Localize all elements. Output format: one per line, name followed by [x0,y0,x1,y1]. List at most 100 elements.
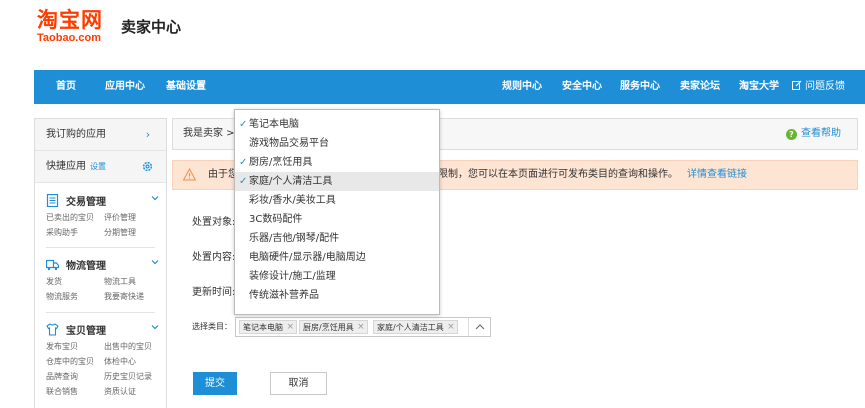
dropdown-option-label: 家庭/个人清洁工具 [249,176,333,187]
dropdown-option[interactable]: 传统滋补营养品 [235,286,439,305]
dropdown-option-label: 笔记本电脑 [249,119,299,130]
dropdown-option-label: 游戏物品交易平台 [249,138,329,149]
dropdown-option[interactable]: 3C数码配件 [235,210,439,229]
section-header-logistics[interactable]: 物流管理 [46,255,161,273]
chevron-right-icon: › [145,128,151,141]
section-header-trade[interactable]: 交易管理 [46,191,161,209]
link-installment[interactable]: 分期管理 [104,227,136,238]
link-logistics-tools[interactable]: 物流工具 [104,276,136,287]
dropdown-option[interactable]: 装修设计/施工/监理 [235,267,439,286]
section-title-trade: 交易管理 [66,197,106,208]
link-qualification[interactable]: 资质认证 [104,386,136,397]
notice-text-b: 限制，您可以在本页面进行可发布类目的查询和操作。 [438,169,678,180]
dropdown-option[interactable]: 彩妆/香水/美妆工具 [235,191,439,210]
chevron-down-icon [151,196,159,201]
section-title-logistics: 物流管理 [66,261,106,272]
quick-apps-label: 快捷应用 [46,161,86,172]
nav-basic-settings[interactable]: 基础设置 [166,70,206,104]
link-items-in-warehouse[interactable]: 仓库中的宝贝 [46,356,94,367]
nav-taobao-university[interactable]: 淘宝大学 [739,70,779,104]
nav-home[interactable]: 首页 [56,70,76,104]
field-target-label: 处置对象: [192,217,236,228]
close-icon[interactable]: × [447,321,455,334]
sidebar-quick-apps: 快捷应用 设置 [35,151,166,183]
link-publish-item[interactable]: 发布宝贝 [46,341,78,352]
nav-service-center[interactable]: 服务中心 [620,70,660,104]
collapse-toggle[interactable] [468,318,490,336]
nav-rules-center[interactable]: 规则中心 [502,70,542,104]
help-label: 查看帮助 [801,128,841,139]
check-icon: ✓ [239,176,248,187]
breadcrumb: 我是卖家 > [183,128,235,139]
link-logistics-service[interactable]: 物流服务 [46,291,78,302]
field-content-label: 处置内容: [192,252,236,263]
help-link[interactable]: ? 查看帮助 [786,119,841,149]
top-nav: 首页 应用中心 基础设置 规则中心 安全中心 服务中心 卖家论坛 淘宝大学 问题… [34,70,865,104]
close-icon[interactable]: × [286,321,294,334]
close-icon[interactable]: × [357,321,365,334]
dropdown-option[interactable]: 游戏物品交易平台 [235,134,439,153]
dropdown-option[interactable]: ✓ 家庭/个人清洁工具 [235,172,439,191]
logo-en-text: Taobao.com [37,32,101,44]
sidebar-my-apps[interactable]: 我订购的应用 › [35,119,166,151]
link-purchase-assistant[interactable]: 采购助手 [46,227,78,238]
link-items-on-sale[interactable]: 出售中的宝贝 [104,341,152,352]
link-item-history[interactable]: 历史宝贝记录 [104,371,152,382]
dropdown-option-label: 3C数码配件 [249,214,303,225]
seller-center-title: 卖家中心 [121,18,182,36]
cancel-button[interactable]: 取消 [270,372,327,395]
trade-icon [46,194,59,207]
sidebar-section-logistics: 物流管理 发货 物流工具 物流服务 我要寄快递 [46,255,161,301]
category-multiselect[interactable]: 笔记本电脑 × 厨房/烹饪用具 × 家庭/个人清洁工具 × [235,317,491,337]
selected-tag: 家庭/个人清洁工具 × [373,320,458,334]
nav-app-center[interactable]: 应用中心 [105,70,145,104]
check-icon: ✓ [239,157,248,168]
chevron-up-icon [475,324,485,330]
question-icon: ? [786,129,797,140]
link-joint-sales[interactable]: 联合销售 [46,386,78,397]
category-select-label: 选择类目： [192,322,232,331]
nav-security-center[interactable]: 安全中心 [562,70,602,104]
tag-label: 家庭/个人清洁工具 [377,323,444,332]
quick-apps-setting-link[interactable]: 设置 [90,162,106,171]
notice-detail-link[interactable]: 详情查看链接 [687,160,747,189]
sidebar: 我订购的应用 › 快捷应用 设置 交易管理 已卖出的宝贝 评价管理 采购助手 分期… [34,118,167,408]
feedback-label: 问题反馈 [805,81,845,92]
dropdown-option[interactable]: 乐器/吉他/钢琴/配件 [235,229,439,248]
warning-icon [183,168,196,181]
link-send-express[interactable]: 我要寄快递 [104,291,144,302]
sidebar-section-trade: 交易管理 已卖出的宝贝 评价管理 采购助手 分期管理 [46,191,161,237]
divider [46,247,155,248]
section-header-goods[interactable]: 宝贝管理 [46,320,161,338]
dropdown-option-label: 厨房/烹饪用具 [249,157,313,168]
goods-icon [46,323,59,336]
selected-tag: 笔记本电脑 × [239,320,297,334]
dropdown-option-label: 电脑硬件/显示器/电脑周边 [249,252,366,263]
nav-seller-forum[interactable]: 卖家论坛 [680,70,720,104]
link-checkup-center[interactable]: 体检中心 [104,356,136,367]
chevron-down-icon [151,325,159,330]
link-rating-manage[interactable]: 评价管理 [104,212,136,223]
category-dropdown: ✓ 笔记本电脑 游戏物品交易平台 ✓ 厨房/烹饪用具 ✓ 家庭/个人清洁工具 彩妆/香水/美妆… [234,109,440,315]
taobao-logo[interactable]: 淘宝网 Taobao.com [37,8,117,44]
sidebar-section-goods: 宝贝管理 发布宝贝 出售中的宝贝 仓库中的宝贝 体检中心 品牌查询 历史宝贝记录… [46,320,161,396]
nav-feedback[interactable]: 问题反馈 [792,70,845,104]
edit-icon [792,80,802,90]
section-title-goods: 宝贝管理 [66,326,106,337]
dropdown-option[interactable]: ✓ 厨房/烹饪用具 [235,153,439,172]
link-sold-items[interactable]: 已卖出的宝贝 [46,212,94,223]
gear-icon[interactable] [141,160,154,173]
field-updated-label: 更新时间: [192,287,236,298]
logistics-icon [46,259,59,271]
dropdown-option[interactable]: 电脑硬件/显示器/电脑周边 [235,248,439,267]
tag-label: 笔记本电脑 [243,323,283,332]
dropdown-option-label: 传统滋补营养品 [249,290,319,301]
divider [46,312,155,313]
tag-label: 厨房/烹饪用具 [303,323,354,332]
submit-button[interactable]: 提交 [193,372,237,395]
dropdown-option-label: 彩妆/香水/美妆工具 [249,195,336,206]
link-brand-query[interactable]: 品牌查询 [46,371,78,382]
check-icon: ✓ [239,119,248,130]
link-ship[interactable]: 发货 [46,276,62,287]
dropdown-option[interactable]: ✓ 笔记本电脑 [235,115,439,134]
